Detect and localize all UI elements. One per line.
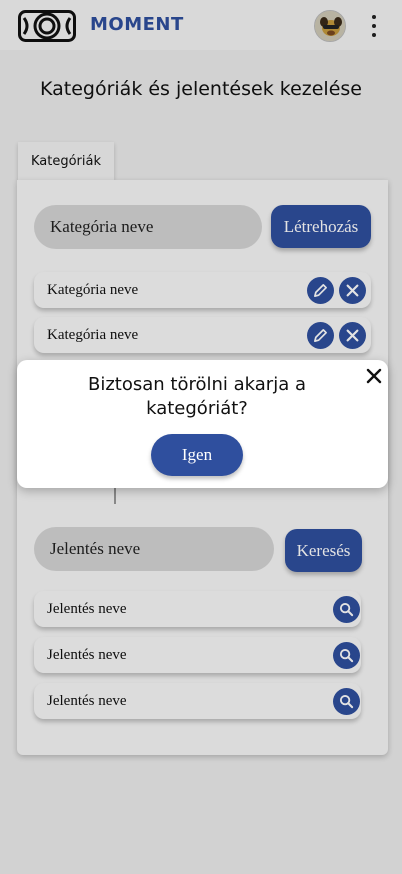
dialog-message: Biztosan törölni akarja a kategóriát? — [88, 374, 306, 419]
confirm-yes-button[interactable]: Igen — [151, 434, 243, 476]
delete-confirm-dialog: Biztosan törölni akarja a kategóriát? Ig… — [17, 360, 388, 488]
close-icon[interactable] — [363, 365, 385, 387]
